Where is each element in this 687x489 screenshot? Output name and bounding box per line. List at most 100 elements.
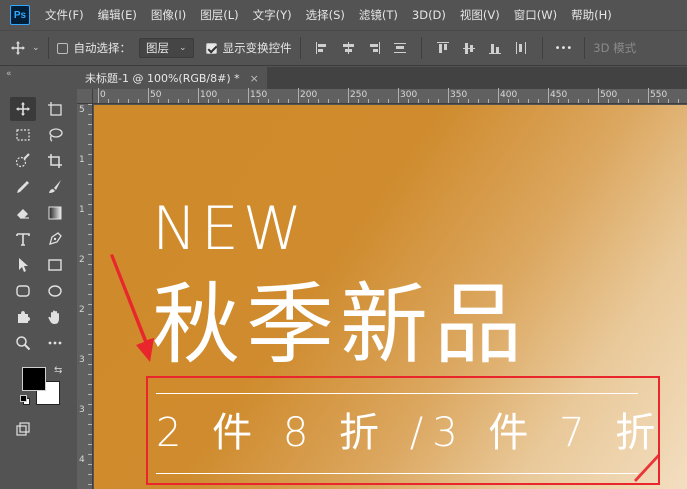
menu-select[interactable]: 选择(S)	[299, 7, 352, 23]
ruler-label: 4	[79, 455, 85, 465]
more-tools-button[interactable]	[42, 331, 68, 355]
ruler-tick	[88, 394, 92, 395]
ruler-tick	[618, 99, 619, 103]
ruler-label: 3	[79, 405, 85, 415]
ruler-tick	[88, 154, 92, 155]
move-tool[interactable]	[10, 97, 36, 121]
ruler-tick	[298, 88, 299, 103]
ruler-tick	[338, 99, 339, 103]
horizontal-ruler[interactable]: 0 50 100 150 200 250 300 350 400 450 500 550	[93, 88, 687, 104]
quick-select-icon	[15, 153, 30, 168]
ruler-origin[interactable]	[77, 89, 93, 104]
ruler-tick	[538, 99, 539, 103]
home-tool-preset[interactable]: ⌄	[10, 40, 40, 56]
divider	[541, 37, 543, 59]
ruler-tick	[88, 384, 92, 385]
type-tool[interactable]	[10, 227, 36, 251]
marquee-tool[interactable]	[10, 123, 36, 147]
swap-colors-icon[interactable]: ⇆	[54, 365, 62, 376]
auto-select-checkbox[interactable]	[56, 42, 68, 54]
ruler-tick	[88, 244, 92, 245]
rectangle-tool[interactable]	[42, 253, 68, 277]
align-left-edges-icon[interactable]	[315, 41, 329, 55]
ruler-label: 3	[79, 355, 85, 365]
crop-tool[interactable]	[42, 149, 68, 173]
ruler-tick	[88, 304, 92, 305]
hand-tool[interactable]	[42, 305, 68, 329]
menu-view[interactable]: 视图(V)	[453, 7, 507, 23]
ruler-tick	[498, 88, 499, 103]
align-vertical-centers-icon[interactable]	[462, 41, 476, 55]
ellipsis-icon	[48, 341, 62, 345]
collapse-panel-icon[interactable]: «	[6, 69, 12, 79]
ruler-label: 350	[450, 90, 468, 100]
ruler-tick	[478, 99, 479, 103]
pen-tool[interactable]	[42, 227, 68, 251]
brush-tool[interactable]	[42, 175, 68, 199]
custom-shape-tool[interactable]	[10, 305, 36, 329]
ruler-tick	[528, 99, 529, 103]
align-right-edges-icon[interactable]	[367, 41, 381, 55]
menu-file[interactable]: 文件(F)	[38, 7, 91, 23]
ruler-tick	[588, 99, 589, 103]
more-options-button[interactable]: •••	[555, 43, 573, 54]
menu-type[interactable]: 文字(Y)	[246, 7, 299, 23]
ruler-tick	[578, 99, 579, 103]
align-top-edges-icon[interactable]	[436, 41, 450, 55]
menu-window[interactable]: 窗口(W)	[507, 7, 564, 23]
type-icon	[16, 233, 30, 246]
ruler-label: 400	[500, 90, 518, 100]
lasso-tool[interactable]	[42, 123, 68, 147]
ruler-tick	[88, 334, 92, 335]
ruler-tick	[348, 88, 349, 103]
menu-filter[interactable]: 滤镜(T)	[352, 7, 405, 23]
ruler-label: 50	[150, 90, 162, 100]
distribute-vertical-icon[interactable]	[514, 41, 528, 55]
ruler-tick	[238, 99, 239, 103]
ruler-tick	[468, 99, 469, 103]
auto-select-target-dropdown[interactable]: 图层 ⌄	[139, 38, 194, 58]
ellipse-tool[interactable]	[42, 279, 68, 303]
gradient-tool[interactable]	[42, 201, 68, 225]
ruler-tick	[398, 88, 399, 103]
ruler-tick	[88, 344, 92, 345]
document-tab[interactable]: 未标题-1 @ 100%(RGB/8#) * ×	[77, 67, 267, 89]
ruler-tick	[88, 124, 92, 125]
eraser-tool[interactable]	[10, 201, 36, 225]
headline-english-text[interactable]: NEW	[152, 199, 306, 259]
ruler-tick	[88, 474, 92, 475]
menu-3d[interactable]: 3D(D)	[405, 8, 453, 22]
default-colors-icon[interactable]	[20, 395, 30, 405]
ruler-tick	[88, 114, 92, 115]
ruler-tick	[198, 88, 199, 103]
tools-panel: « ⇆	[0, 67, 77, 489]
headline-chinese-text[interactable]: 秋季新品	[152, 275, 528, 375]
close-icon[interactable]: ×	[250, 72, 259, 85]
menu-help[interactable]: 帮助(H)	[564, 7, 619, 23]
menu-edit[interactable]: 编辑(E)	[91, 7, 144, 23]
artboard-tool[interactable]	[42, 97, 68, 121]
divider	[299, 37, 301, 59]
foreground-color-swatch[interactable]	[22, 367, 46, 391]
path-select-tool[interactable]	[10, 253, 36, 277]
photoshop-logo[interactable]: Ps	[10, 5, 30, 25]
align-horizontal-centers-icon[interactable]	[341, 41, 355, 55]
eyedropper-tool[interactable]	[10, 175, 36, 199]
ruler-tick	[88, 454, 92, 455]
rounded-rect-tool[interactable]	[10, 279, 36, 303]
ruler-tick	[548, 88, 549, 103]
ruler-tick	[178, 99, 179, 103]
show-transform-checkbox[interactable]	[205, 42, 217, 54]
vertical-ruler[interactable]: 5 1 1 2 2 3 3 4	[77, 104, 93, 489]
menu-image[interactable]: 图像(I)	[144, 7, 193, 23]
marquee-icon	[16, 129, 30, 141]
quick-mask-button[interactable]	[10, 417, 36, 441]
dropdown-value: 图层	[146, 41, 170, 55]
distribute-icon[interactable]	[393, 41, 407, 55]
menu-layer[interactable]: 图层(L)	[193, 7, 245, 23]
zoom-tool[interactable]	[10, 331, 36, 355]
align-bottom-edges-icon[interactable]	[488, 41, 502, 55]
ruler-tick	[228, 99, 229, 103]
quick-select-tool[interactable]	[10, 149, 36, 173]
gradient-icon	[48, 206, 62, 220]
